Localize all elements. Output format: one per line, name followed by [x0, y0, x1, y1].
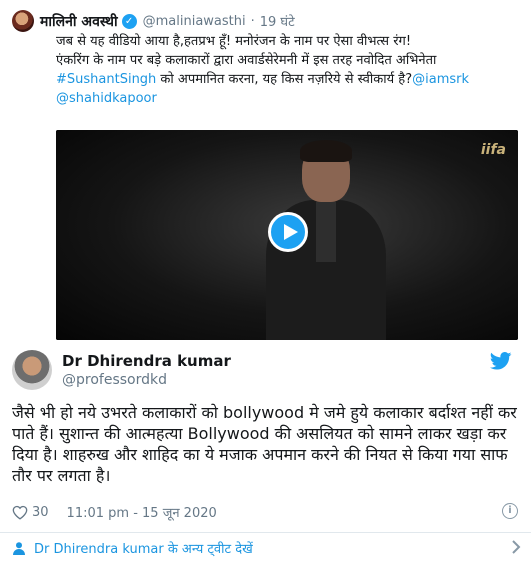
more-tweets-label: Dr Dhirendra kumar के अन्य ट्वीट देखें: [34, 542, 253, 557]
author-avatar[interactable]: [12, 350, 52, 390]
play-button[interactable]: [268, 212, 308, 252]
quoted-text-line3: #SushantSingh को अपमानित करना, यह किस नज…: [56, 70, 518, 89]
quoted-tweet-text: जब से यह वीडियो आया है,हतप्रभ हूँ! मनोरं…: [56, 32, 518, 108]
mention-link-shahidkapoor[interactable]: @shahidkapoor: [56, 91, 157, 106]
divider: [0, 532, 531, 533]
separator-dot: ·: [250, 13, 255, 29]
hashtag-link[interactable]: #SushantSingh: [56, 72, 156, 87]
more-tweets-link[interactable]: Dr Dhirendra kumar के अन्य ट्वीट देखें: [12, 538, 253, 558]
video-thumbnail[interactable]: iifa: [56, 130, 518, 340]
tweet-text: जैसे भी हो नये उभरते कलाकारों को bollywo…: [12, 403, 517, 485]
quoted-author-avatar[interactable]: [12, 10, 34, 32]
person-icon: [13, 542, 25, 555]
quoted-text-line1: जब से यह वीडियो आया है,हतप्रभ हूँ! मनोरं…: [56, 34, 412, 49]
embedded-tweet-card: मालिनी अवस्थी ✓ @maliniawasthi · 19 घंटे…: [0, 0, 531, 562]
twitter-icon[interactable]: [490, 352, 512, 370]
quoted-text-line3-rest: को अपमानित करना, यह किस नज़रिये से स्वीक…: [156, 72, 413, 87]
quoted-text-line2: एंकरिंग के नाम पर बड़े कलाकारों द्वारा अ…: [56, 53, 437, 68]
like-count[interactable]: 30: [32, 505, 49, 520]
quoted-author-handle[interactable]: @maliniawasthi: [143, 14, 246, 29]
play-icon: [284, 224, 298, 240]
tweet-meta: 30 11:01 pm - 15 जून 2020 i: [12, 502, 518, 522]
mention-link-iamsrk[interactable]: @iamsrk: [412, 72, 469, 87]
quoted-tweet-header: मालिनी अवस्थी ✓ @maliniawasthi · 19 घंटे: [12, 8, 524, 34]
quoted-tweet-time[interactable]: 19 घंटे: [260, 12, 295, 30]
heart-icon[interactable]: [12, 505, 28, 520]
verified-icon: ✓: [121, 13, 137, 29]
info-icon[interactable]: i: [502, 503, 518, 519]
iifa-watermark: iifa: [480, 142, 506, 158]
quoted-tweet[interactable]: मालिनी अवस्थी ✓ @maliniawasthi · 19 घंटे…: [12, 8, 524, 340]
tweet-author: Dr Dhirendra kumar @professordkd: [12, 350, 512, 396]
quoted-text-line4: @shahidkapoor: [56, 89, 518, 108]
quoted-author-name[interactable]: मालिनी अवस्थी: [40, 12, 118, 31]
chevron-right-icon[interactable]: [511, 540, 521, 554]
tweet-timestamp[interactable]: 11:01 pm - 15 जून 2020: [67, 503, 217, 521]
author-handle[interactable]: @professordkd: [62, 372, 167, 388]
author-name[interactable]: Dr Dhirendra kumar: [62, 352, 231, 370]
